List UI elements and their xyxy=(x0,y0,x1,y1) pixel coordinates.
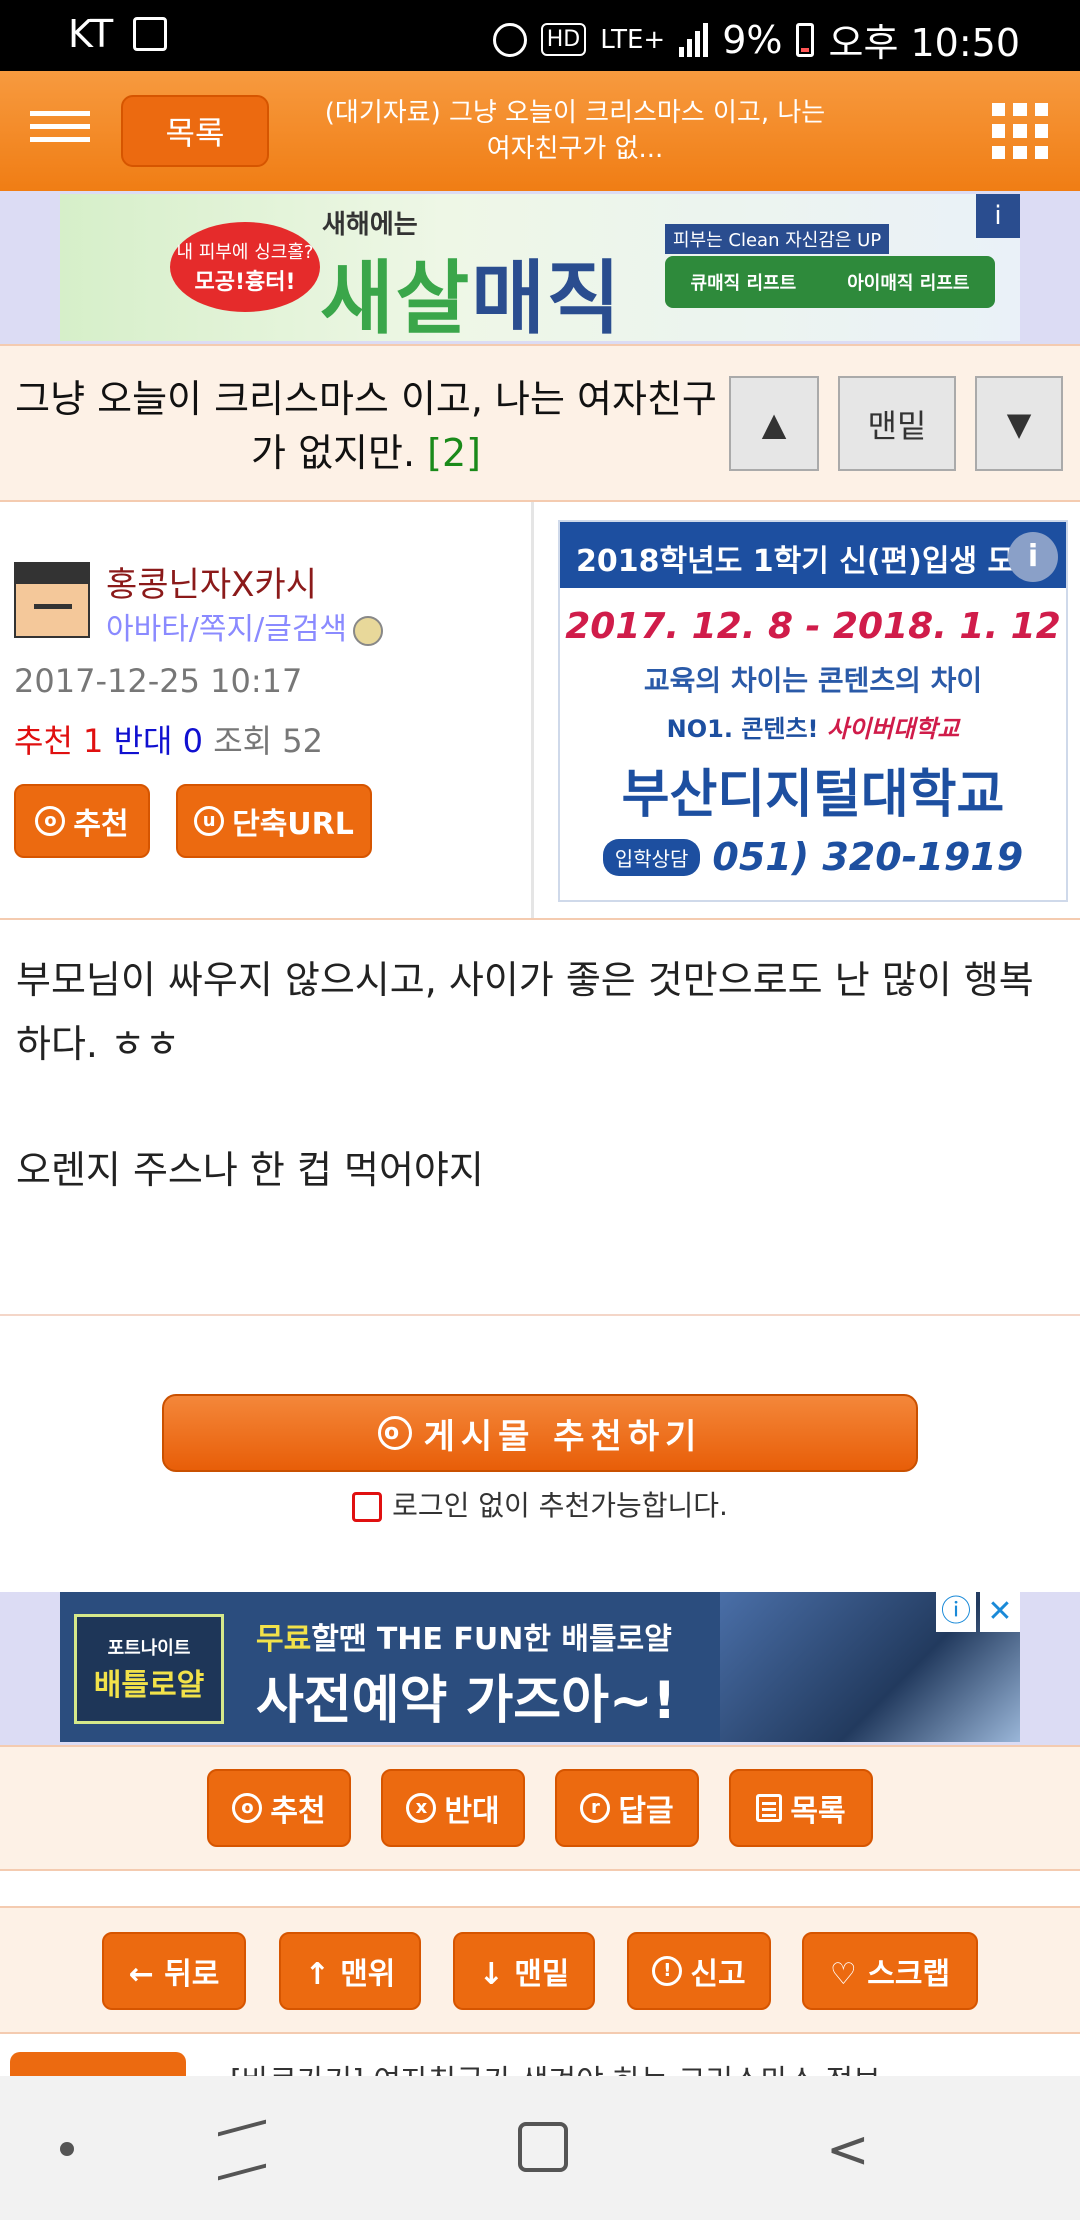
author-info: 홍콩닌자X카시 아바타/쪽지/글검색 2017-12-25 10:17 추천 1… xyxy=(0,502,534,918)
login-note: 로그인 없이 추천가능합니다. xyxy=(0,1484,1080,1524)
ad-info-icon[interactable]: i xyxy=(1008,532,1058,582)
back-button[interactable]: ← 뒤로 xyxy=(102,1932,246,2010)
post-body: 부모님이 싸우지 않으시고, 사이가 좋은 것만으로도 난 많이 행복하다. ㅎ… xyxy=(0,920,1080,1316)
ad-logo: 포트나이트 배틀로얄 xyxy=(74,1614,224,1724)
home-icon[interactable] xyxy=(518,2122,568,2172)
side-ad-phone: 입학상담 051) 320-1919 xyxy=(560,835,1066,879)
ad-tagline: 피부는 Clean 자신감은 UP xyxy=(665,224,890,254)
carrier-label: KT xyxy=(68,12,114,56)
scroll-top-button[interactable]: ↑ 맨위 xyxy=(279,1932,421,2010)
app-header: 목록 (대기자료) 그냥 오늘이 크리스마스 이고, 나는 여자친구가 없... xyxy=(0,71,1080,191)
reply-icon: r xyxy=(580,1793,611,1823)
recommend-icon: o xyxy=(377,1416,412,1450)
ad-close-icon[interactable]: ✕ xyxy=(980,1592,1020,1632)
ad-line1: 무료할땐 THE FUN한 배틀로얄 xyxy=(256,1622,672,1657)
bottom-ad-banner[interactable]: 포트나이트 배틀로얄 무료할땐 THE FUN한 배틀로얄 사전예약 가즈아~!… xyxy=(60,1592,1020,1742)
post-title: 그냥 오늘이 크리스마스 이고, 나는 여자친구가 없지만. [2] xyxy=(15,377,717,475)
signal-icon xyxy=(679,22,709,57)
top-ad-banner[interactable]: 내 피부에 싱크홀? 모공!흉터! 새해에는 새살매직 피부는 Clean 자신… xyxy=(60,194,1020,341)
bottom-ad-strip: 포트나이트 배틀로얄 무료할땐 THE FUN한 배틀로얄 사전예약 가즈아~!… xyxy=(0,1592,1080,1745)
ad-controls: ⓘ ✕ xyxy=(936,1592,1020,1632)
ad-bubble: 내 피부에 싱크홀? 모공!흉터! xyxy=(170,222,320,312)
post-date: 2017-12-25 10:17 xyxy=(14,662,303,700)
side-ad-university: 부산디지털대학교 xyxy=(621,765,1005,825)
author-links[interactable]: 아바타/쪽지/글검색 xyxy=(106,604,384,648)
nav-up-button[interactable]: ▲ xyxy=(729,376,819,471)
ad-line2: 사전예약 가즈아~! xyxy=(256,1671,677,1731)
scrap-button[interactable]: ♡ 스크랩 xyxy=(802,1932,978,2010)
post-title-bar: 그냥 오늘이 크리스마스 이고, 나는 여자친구가 없지만. [2] ▲ 맨밑 … xyxy=(0,344,1080,502)
action-row-secondary: ← 뒤로 ↑ 맨위 ↓ 맨밑 ! 신고 ♡ 스크랩 xyxy=(0,1906,1080,2034)
ad-headline: 새살매직 xyxy=(320,252,623,341)
side-ad-date: 2017. 12. 8 - 2018. 1. 12 xyxy=(565,606,1061,647)
recent-apps-icon[interactable] xyxy=(218,2119,266,2181)
top-ad-strip: 내 피부에 싱크홀? 모공!흉터! 새해에는 새살매직 피부는 Clean 자신… xyxy=(0,191,1080,344)
post-paragraph: 오렌지 주스나 한 컵 먹어야지 xyxy=(16,1148,484,1192)
side-ad-subline: NO1. 콘텐츠! 사이버대학교 xyxy=(666,715,960,743)
recommend-icon: o xyxy=(35,806,66,836)
side-ad-banner[interactable]: 2018학년도 1학기 신(편)입생 모집 i 2017. 12. 8 - 20… xyxy=(558,520,1068,902)
comment-count[interactable]: [2] xyxy=(427,431,481,475)
ad-product-bar: 큐매직 리프트 아이매직 리프트 xyxy=(665,256,995,308)
status-bar: KT HD LTE+ 9% 오후 10:50 xyxy=(0,0,1080,71)
screen-record-icon xyxy=(133,17,168,51)
level-badge-icon xyxy=(353,615,384,646)
hd-icon: HD xyxy=(540,23,587,56)
side-ad-slogan: 교육의 차이는 콘텐츠의 차이 xyxy=(643,664,983,697)
recommend-post-button[interactable]: o 게시물 추천하기 xyxy=(162,1394,918,1472)
battery-icon xyxy=(796,22,815,57)
network-label: LTE+ xyxy=(600,24,666,55)
view-count: 조회 52 xyxy=(213,722,323,760)
post-paragraph: 부모님이 싸우지 않으시고, 사이가 좋은 것만으로도 난 많이 행복하다. ㅎ… xyxy=(16,958,1034,1066)
scroll-bottom-button[interactable]: ↓ 맨밑 xyxy=(453,1932,595,2010)
nav-down-button[interactable]: ▼ xyxy=(975,376,1063,471)
list-icon xyxy=(756,1794,783,1822)
oppose-count: 반대 0 xyxy=(113,722,204,760)
recommend-icon: o xyxy=(232,1793,263,1823)
nav-bottom-button[interactable]: 맨밑 xyxy=(838,376,956,471)
list-action-button[interactable]: 목록 xyxy=(729,1769,873,1847)
author-area: 홍콩닌자X카시 아바타/쪽지/글검색 2017-12-25 10:17 추천 1… xyxy=(0,502,1080,920)
recommend-button[interactable]: o 추천 xyxy=(14,784,150,858)
report-icon: ! xyxy=(652,1956,683,1986)
system-nav-bar: < xyxy=(0,2076,1080,2220)
author-name[interactable]: 홍콩닌자X카시 xyxy=(106,557,317,606)
side-ad-top: 2018학년도 1학기 신(편)입생 모집 xyxy=(560,522,1066,588)
recommend-action-button[interactable]: o 추천 xyxy=(207,1769,351,1847)
list-button[interactable]: 목록 xyxy=(121,95,269,167)
oppose-action-button[interactable]: x 반대 xyxy=(381,1769,525,1847)
short-url-button[interactable]: u 단축URL xyxy=(176,784,372,858)
apps-grid-icon[interactable] xyxy=(992,103,1048,159)
post-stats: 추천 1 반대 0 조회 52 xyxy=(14,716,323,762)
oppose-icon: x xyxy=(406,1793,437,1823)
ad-info-icon[interactable]: i xyxy=(976,194,1020,238)
thumbs-up-icon xyxy=(352,1492,383,1522)
url-icon: u xyxy=(194,806,225,836)
action-row-primary: o 추천 x 반대 r 답글 목록 xyxy=(0,1745,1080,1871)
header-title: (대기자료) 그냥 오늘이 크리스마스 이고, 나는 여자친구가 없... xyxy=(324,98,826,164)
avatar[interactable] xyxy=(14,562,90,638)
recommend-count: 추천 1 xyxy=(14,722,104,760)
reply-action-button[interactable]: r 답글 xyxy=(555,1769,699,1847)
report-button[interactable]: ! 신고 xyxy=(627,1932,771,2010)
ad-info-icon[interactable]: ⓘ xyxy=(936,1592,976,1632)
alarm-icon xyxy=(492,22,527,57)
battery-percent: 9% xyxy=(722,17,783,62)
clock: 오후 10:50 xyxy=(828,21,1020,65)
back-arrow-icon[interactable]: < xyxy=(826,2124,870,2176)
nav-dot-icon[interactable] xyxy=(60,2142,74,2156)
hamburger-menu-icon[interactable] xyxy=(30,111,90,153)
